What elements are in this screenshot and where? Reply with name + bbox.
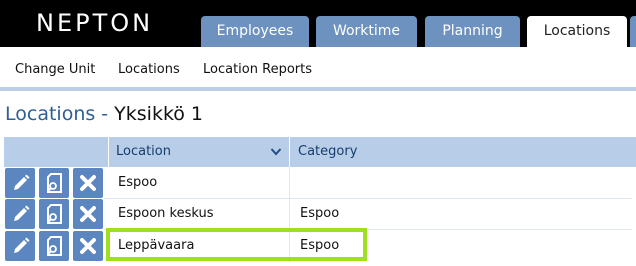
table-row: Leppävaara Espoo — [4, 230, 636, 262]
sub-navigation: Change Unit Locations Location Reports — [0, 47, 636, 91]
delete-button[interactable] — [73, 168, 103, 198]
view-document-button[interactable] — [39, 231, 69, 261]
tab-employees[interactable]: Employees — [201, 16, 309, 47]
nepton-logo: NEPTON — [36, 9, 154, 37]
tab-overflow[interactable] — [630, 16, 636, 47]
subnav-change-unit[interactable]: Change Unit — [15, 62, 95, 77]
delete-icon — [80, 206, 96, 222]
edit-button[interactable] — [5, 199, 35, 229]
view-document-icon — [47, 204, 62, 224]
table-row: Espoon keskus Espoo — [4, 198, 636, 230]
column-header-location[interactable]: Location — [108, 137, 288, 167]
subnav-locations[interactable]: Locations — [118, 62, 180, 77]
column-header-category[interactable]: Category — [290, 137, 636, 167]
edit-icon — [14, 237, 30, 253]
view-document-icon — [47, 236, 62, 256]
location-cell: Leppävaara — [118, 238, 195, 253]
tab-worktime[interactable]: Worktime — [316, 16, 417, 47]
delete-button[interactable] — [73, 231, 103, 261]
category-cell — [289, 167, 636, 199]
chevron-down-icon[interactable] — [270, 147, 282, 157]
location-cell: Espoon keskus — [118, 206, 214, 221]
table-row: Espoo — [4, 167, 636, 199]
edit-icon — [14, 205, 30, 221]
view-document-button[interactable] — [39, 199, 69, 229]
unit-name: Yksikkö 1 — [114, 103, 204, 125]
tab-planning[interactable]: Planning — [425, 16, 520, 47]
edit-icon — [14, 174, 30, 190]
edit-button[interactable] — [5, 231, 35, 261]
top-bar: NEPTON Employees Worktime Planning Locat… — [0, 0, 636, 47]
header-divider — [108, 137, 109, 167]
edit-button[interactable] — [5, 168, 35, 198]
delete-button[interactable] — [73, 199, 103, 229]
table-header: Location Category — [4, 137, 636, 167]
subnav-location-reports[interactable]: Location Reports — [203, 62, 312, 77]
category-cell: Espoo — [289, 230, 636, 262]
location-cell: Espoo — [118, 175, 158, 190]
page-title: Locations - Yksikkö 1 — [5, 103, 203, 125]
view-document-icon — [47, 173, 62, 193]
tab-locations[interactable]: Locations — [527, 16, 627, 47]
delete-icon — [80, 175, 96, 191]
page-title-label: Locations - — [5, 103, 109, 125]
view-document-button[interactable] — [39, 168, 69, 198]
category-cell: Espoo — [289, 198, 636, 230]
delete-icon — [80, 238, 96, 254]
